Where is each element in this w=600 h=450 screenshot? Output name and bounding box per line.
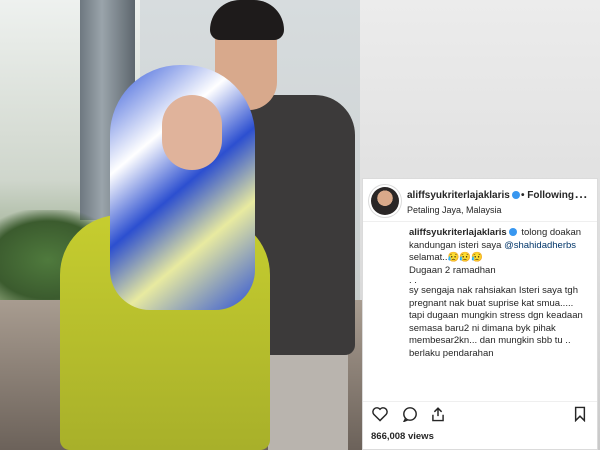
caption-separator: . .: [409, 275, 417, 286]
caption-text: selamat..😥😥😥: [409, 252, 484, 263]
verified-badge-icon: [508, 228, 517, 237]
caption-username[interactable]: aliffsyukriterlajaklaris: [409, 227, 507, 238]
woman-face: [162, 95, 222, 170]
following-button[interactable]: • Following: [521, 190, 574, 201]
avatar[interactable]: [371, 187, 399, 215]
post-header: aliffsyukriterlajaklaris • Following Pet…: [363, 179, 597, 222]
instagram-post-card: aliffsyukriterlajaklaris • Following Pet…: [362, 178, 598, 450]
man-hair: [210, 0, 284, 40]
view-count: 866,008 views: [371, 431, 434, 442]
post-actions: [363, 401, 597, 424]
more-options-icon[interactable]: ...: [575, 187, 588, 201]
post-username[interactable]: aliffsyukriterlajaklaris: [407, 190, 520, 201]
post-caption: aliffsyukriterlajaklaris tolong doakan k…: [409, 227, 591, 360]
comment-icon[interactable]: [401, 406, 419, 422]
caption-text: sy sengaja nak rahsiakan Isteri saya tgh…: [409, 285, 583, 359]
bookmark-icon[interactable]: [573, 406, 587, 422]
caption-mention[interactable]: @shahidadherbs: [504, 240, 576, 251]
caption-text: Dugaan 2 ramadhan: [409, 264, 496, 276]
post-location[interactable]: Petaling Jaya, Malaysia: [407, 205, 502, 215]
verified-badge-icon: [511, 191, 520, 200]
share-icon[interactable]: [429, 406, 447, 422]
heart-icon[interactable]: [371, 406, 389, 422]
